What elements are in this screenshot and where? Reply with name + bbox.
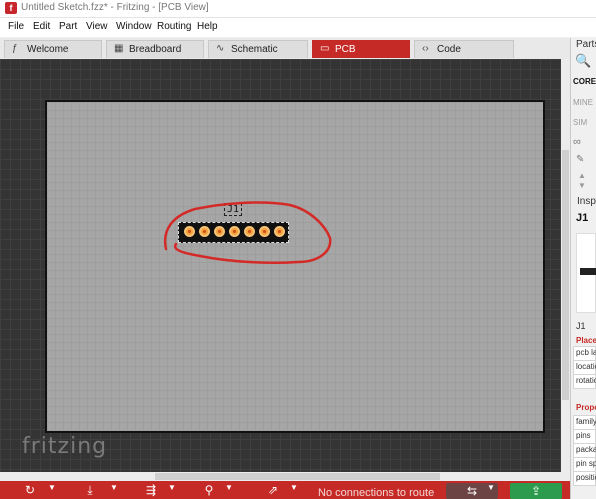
property-field-pins[interactable]: pins xyxy=(573,429,596,444)
menu-bar: File Edit Part View Window Routing Help xyxy=(0,18,596,37)
pin-pad[interactable] xyxy=(274,226,285,237)
chevron-down-icon[interactable]: ▼ xyxy=(110,483,118,492)
tab-schematic[interactable]: ∿ Schematic xyxy=(208,40,308,58)
fritzing-f-icon: ƒ xyxy=(12,43,18,54)
pin-pad[interactable] xyxy=(184,226,195,237)
tab-welcome[interactable]: ƒ Welcome xyxy=(4,40,102,58)
search-icon[interactable]: 🔍 xyxy=(575,53,591,69)
menu-routing[interactable]: Routing xyxy=(157,21,191,32)
inspector-part-title: J1 xyxy=(576,212,589,224)
menu-part[interactable]: Part xyxy=(59,21,77,32)
chevron-down-icon[interactable]: ▼ xyxy=(225,483,233,492)
menu-view[interactable]: View xyxy=(86,21,108,32)
property-field-position[interactable]: positio xyxy=(573,471,596,486)
fritzing-app-icon[interactable]: f xyxy=(5,2,17,14)
part-label-j1[interactable]: J1 xyxy=(224,203,243,216)
parts-panel-title: Parts xyxy=(576,39,596,50)
pcb-board[interactable] xyxy=(45,100,545,433)
property-field-pin-spacing[interactable]: pin sp xyxy=(573,457,596,472)
pin-pad[interactable] xyxy=(259,226,270,237)
placement-field-label: rotatio xyxy=(576,376,596,385)
chevron-down-icon[interactable]: ▼ xyxy=(487,483,495,492)
menu-help[interactable]: Help xyxy=(197,21,218,32)
chevron-down-icon[interactable]: ▼ xyxy=(48,483,56,492)
placement-field-pcb-layer[interactable]: pcb lay xyxy=(573,346,596,361)
tab-breadboard[interactable]: ▦ Breadboard xyxy=(106,40,204,58)
pin-pad[interactable] xyxy=(214,226,225,237)
window-title: Untitled Sketch.fzz* - Fritzing - [PCB V… xyxy=(21,2,209,13)
view-tab-bar: ƒ Welcome ▦ Breadboard ∿ Schematic ▭ PCB… xyxy=(0,38,570,59)
breadboard-icon: ▦ xyxy=(114,43,124,54)
send-to-back-icon[interactable]: ⤓ xyxy=(80,481,100,499)
property-field-label: pin sp xyxy=(576,459,596,468)
scroll-down-icon[interactable]: ▼ xyxy=(578,181,586,190)
property-field-label: packag xyxy=(576,445,596,454)
tab-code-label: Code xyxy=(437,44,461,55)
part-preview-image xyxy=(576,233,596,313)
menu-edit[interactable]: Edit xyxy=(33,21,50,32)
property-field-label: family xyxy=(576,417,596,426)
inspector-panel-title: Insp xyxy=(577,196,596,207)
property-field-package[interactable]: packag xyxy=(573,443,596,458)
parts-bin-mine[interactable]: MINE xyxy=(573,98,593,107)
placement-field-label: locatio xyxy=(576,362,596,371)
scroll-up-icon[interactable]: ▲ xyxy=(578,171,586,180)
tab-schematic-label: Schematic xyxy=(231,44,278,55)
tab-code[interactable]: ‹› Code xyxy=(414,40,514,58)
inspector-part-caption: J1 xyxy=(576,321,586,331)
property-field-label: pins xyxy=(576,431,591,440)
pin-pad[interactable] xyxy=(229,226,240,237)
autoroute-icon[interactable]: ⇶ xyxy=(140,481,162,499)
via-icon[interactable]: ⚲ xyxy=(198,481,220,499)
properties-section-header[interactable]: Prope xyxy=(576,403,596,412)
property-field-label: positio xyxy=(576,473,596,482)
tab-pcb[interactable]: ▭ PCB xyxy=(312,40,410,58)
share-icon[interactable]: ⇗ xyxy=(262,481,284,499)
contrib-bin-icon[interactable]: ✎ xyxy=(576,154,584,165)
horizontal-scrollbar-thumb[interactable] xyxy=(155,473,440,480)
vertical-scrollbar-thumb[interactable] xyxy=(562,150,569,400)
chevron-down-icon[interactable]: ▼ xyxy=(290,483,298,492)
routing-status-text: No connections to route xyxy=(318,487,435,499)
placement-field-label: pcb lay xyxy=(576,348,596,357)
tab-pcb-label: PCB xyxy=(335,44,356,55)
header-preview-icon xyxy=(580,268,596,275)
pin-pad[interactable] xyxy=(244,226,255,237)
menu-file[interactable]: File xyxy=(8,21,24,32)
menu-window[interactable]: Window xyxy=(116,21,152,32)
arduino-bin-icon[interactable]: ∞ xyxy=(573,136,581,148)
pin-pad[interactable] xyxy=(199,226,210,237)
parts-bin-sim[interactable]: SIM xyxy=(573,118,587,127)
rotate-icon[interactable]: ↻ xyxy=(18,481,42,499)
placement-field-location[interactable]: locatio xyxy=(573,360,596,375)
parts-bin-core[interactable]: CORE xyxy=(573,77,596,86)
placement-section-header[interactable]: Place xyxy=(576,336,596,345)
code-icon: ‹› xyxy=(422,43,429,54)
pcb-icon: ▭ xyxy=(320,43,330,54)
schematic-icon: ∿ xyxy=(216,43,225,54)
export-for-pcb-button[interactable]: ⇪ xyxy=(510,483,562,499)
fritzing-watermark: fritzing xyxy=(22,434,108,459)
property-field-family[interactable]: family xyxy=(573,415,596,430)
placement-field-rotation[interactable]: rotatio xyxy=(573,374,596,389)
pin-header-j1[interactable] xyxy=(178,222,289,243)
chevron-down-icon[interactable]: ▼ xyxy=(168,483,176,492)
tab-welcome-label: Welcome xyxy=(27,44,69,55)
tab-breadboard-label: Breadboard xyxy=(129,44,182,55)
